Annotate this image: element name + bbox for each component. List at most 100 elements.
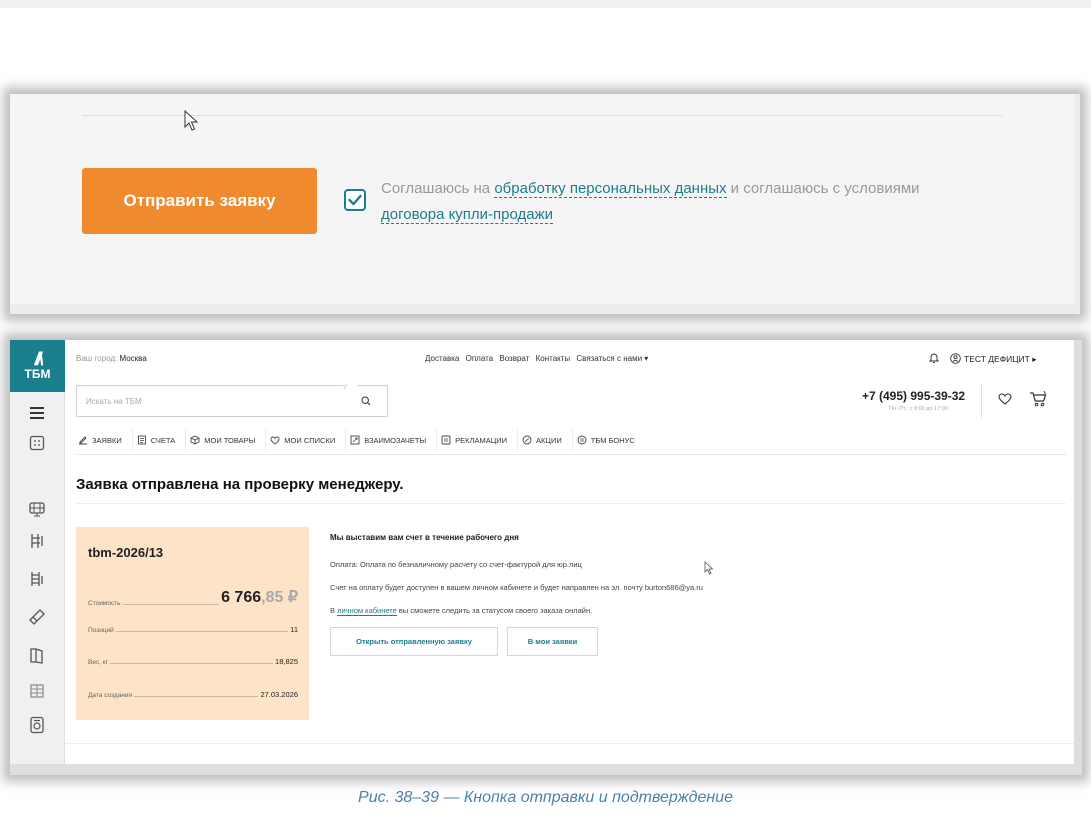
positions-row: Позиций 11 <box>88 625 298 634</box>
footer-divider <box>65 743 1074 744</box>
tab-label: СЧЕТА <box>150 435 176 445</box>
tab-requests[interactable]: ЗАЯВКИ <box>76 429 133 451</box>
positions-value: 11 <box>290 625 298 634</box>
leader-dots <box>110 663 274 664</box>
weight-value: 18,825 <box>275 657 298 666</box>
mouse-cursor-icon <box>184 110 199 131</box>
door-icon[interactable] <box>25 644 49 666</box>
tab-offsets[interactable]: ВЗАИМОЗАЧЕТЫ <box>348 429 438 451</box>
cost-value: 6 766,85 ₽ <box>221 587 298 607</box>
tab-label: МОИ СПИСКИ <box>284 435 336 445</box>
invoice-email-text: Счет на оплату будет доступен в вашем ли… <box>330 583 703 592</box>
exchange-icon <box>350 435 360 445</box>
checkmark-icon <box>348 194 362 206</box>
nav-contacts[interactable]: Контакты <box>536 354 571 363</box>
screenshot-2: //\ ТБМ Ваш город: Москва Доставка Оплат… <box>10 340 1074 764</box>
consent-prefix: Соглашаюсь на <box>381 180 495 197</box>
cost-fraction: ,85 ₽ <box>261 589 298 606</box>
leader-dots <box>115 631 289 632</box>
positions-label: Позиций <box>88 627 114 634</box>
personal-account-link[interactable]: личном кабинете <box>337 606 397 616</box>
tab-label: АКЦИИ <box>536 435 562 445</box>
tab-tbm-bonus[interactable]: ТБМ БОНУС <box>575 429 645 451</box>
weight-row: Вес, кг 18,825 <box>88 657 298 666</box>
bell-icon[interactable] <box>928 351 940 364</box>
tab-label: МОИ ТОВАРЫ <box>204 435 256 445</box>
tab-invoices[interactable]: СЧЕТА <box>135 429 187 451</box>
working-hours: Пн.-Пт.: с 8:00 до 17:00 <box>889 406 948 412</box>
beam-icon[interactable] <box>25 606 49 628</box>
sales-contract-link[interactable]: договора купли-продажи <box>381 206 554 224</box>
ladder-icon[interactable] <box>25 568 49 590</box>
bonus-icon <box>577 435 587 445</box>
tab-label: РЕКЛАМАЦИИ <box>455 435 508 445</box>
consent-text: Соглашаюсь на обработку персональных дан… <box>381 176 1041 228</box>
tab-my-lists[interactable]: МОИ СПИСКИ <box>268 429 347 451</box>
screenshot-1: Отправить заявку Соглашаюсь на обработку… <box>10 94 1074 304</box>
user-name: ТЕСТ ДЕФИЦИТ ▸ <box>964 354 1037 364</box>
tab-claims[interactable]: РЕКЛАМАЦИИ <box>439 429 519 451</box>
panel-icon[interactable] <box>25 680 49 702</box>
leader-dots <box>134 696 259 697</box>
user-menu[interactable]: ТЕСТ ДЕФИЦИТ ▸ <box>950 353 1037 365</box>
divider <box>82 115 1003 116</box>
scaffolding-icon[interactable] <box>25 530 49 552</box>
cost-integer: 6 766 <box>221 589 262 606</box>
phone-number[interactable]: +7 (495) 995-39-32 <box>862 389 965 403</box>
page-title: Заявка отправлена на проверку менеджеру. <box>76 476 404 493</box>
cart-icon[interactable] <box>1029 390 1047 408</box>
tab-my-products[interactable]: МОИ ТОВАРЫ <box>188 429 267 451</box>
consent-middle: и соглашаюсь с условиями <box>726 180 920 197</box>
tab-label: ВЗАИМОЗАЧЕТЫ <box>364 435 427 445</box>
hamburger-menu-icon[interactable] <box>25 402 49 424</box>
nav-return[interactable]: Возврат <box>499 354 529 363</box>
nav-payment[interactable]: Оплата <box>466 354 494 363</box>
open-sent-request-button[interactable]: Открыть отправленную заявку <box>330 627 498 656</box>
invoice-icon <box>137 435 147 445</box>
cost-row: Стоимость 6 766,85 ₽ <box>88 587 298 607</box>
leader-dots <box>122 604 220 605</box>
tracking-suffix: вы сможете следить за статусом своего за… <box>396 606 593 615</box>
search-placeholder: Искать на ТБМ <box>86 397 142 406</box>
logo-text: ТБМ <box>24 367 51 381</box>
nav-contact-us[interactable]: Связаться с нами ▾ <box>576 354 648 363</box>
tbm-logo[interactable]: //\ ТБМ <box>10 340 65 392</box>
box-icon <box>190 435 200 445</box>
sidebar: //\ ТБМ <box>10 340 65 764</box>
consent-checkbox[interactable] <box>344 189 366 211</box>
heart-icon <box>270 435 280 445</box>
search-icon[interactable] <box>361 396 371 406</box>
cabinet-tabs: ЗАЯВКИ СЧЕТА МОИ ТОВАРЫ МОИ СПИСКИ ВЗАИМ… <box>76 429 1066 455</box>
city-label: Ваш город: <box>76 354 120 363</box>
logo-mark-icon: //\ <box>34 349 43 369</box>
percent-icon <box>522 435 532 445</box>
tab-label: ТБМ БОНУС <box>590 435 635 445</box>
tab-label: ЗАЯВКИ <box>92 435 122 445</box>
status-tracking-text: В личном кабинете вы сможете следить за … <box>330 606 593 616</box>
title-divider <box>76 503 1066 504</box>
calculator-icon[interactable] <box>25 432 49 454</box>
personal-data-link[interactable]: обработку персональных данных <box>494 180 727 198</box>
figure-caption: Рис. 38–39 — Кнопка отправки и подтвержд… <box>358 789 733 806</box>
city-selector[interactable]: Ваш город: Москва <box>76 354 147 363</box>
date-label: Дата создания <box>88 692 133 699</box>
solar-panel-icon[interactable] <box>25 498 49 520</box>
favorites-heart-icon[interactable] <box>998 393 1012 405</box>
city-value: Москва <box>119 354 147 363</box>
nav-delivery[interactable]: Доставка <box>425 354 459 363</box>
search-input[interactable]: Искать на ТБМ <box>76 384 388 417</box>
request-number: tbm-2026/13 <box>88 545 164 560</box>
date-row: Дата создания 27.03.2026 <box>88 690 298 699</box>
claim-icon <box>441 435 451 445</box>
weight-label: Вес, кг <box>88 659 109 666</box>
request-summary-card: tbm-2026/13 Стоимость 6 766,85 ₽ Позиций… <box>76 527 309 720</box>
boiler-icon[interactable] <box>25 714 49 736</box>
submit-request-button[interactable]: Отправить заявку <box>82 168 317 234</box>
mouse-cursor-icon <box>704 561 714 575</box>
tab-promotions[interactable]: АКЦИИ <box>520 429 573 451</box>
my-requests-button[interactable]: В мои заявки <box>507 627 598 656</box>
top-strip <box>0 0 1091 8</box>
user-icon <box>950 353 961 364</box>
edit-icon <box>78 435 88 445</box>
date-value: 27.03.2026 <box>260 690 298 699</box>
